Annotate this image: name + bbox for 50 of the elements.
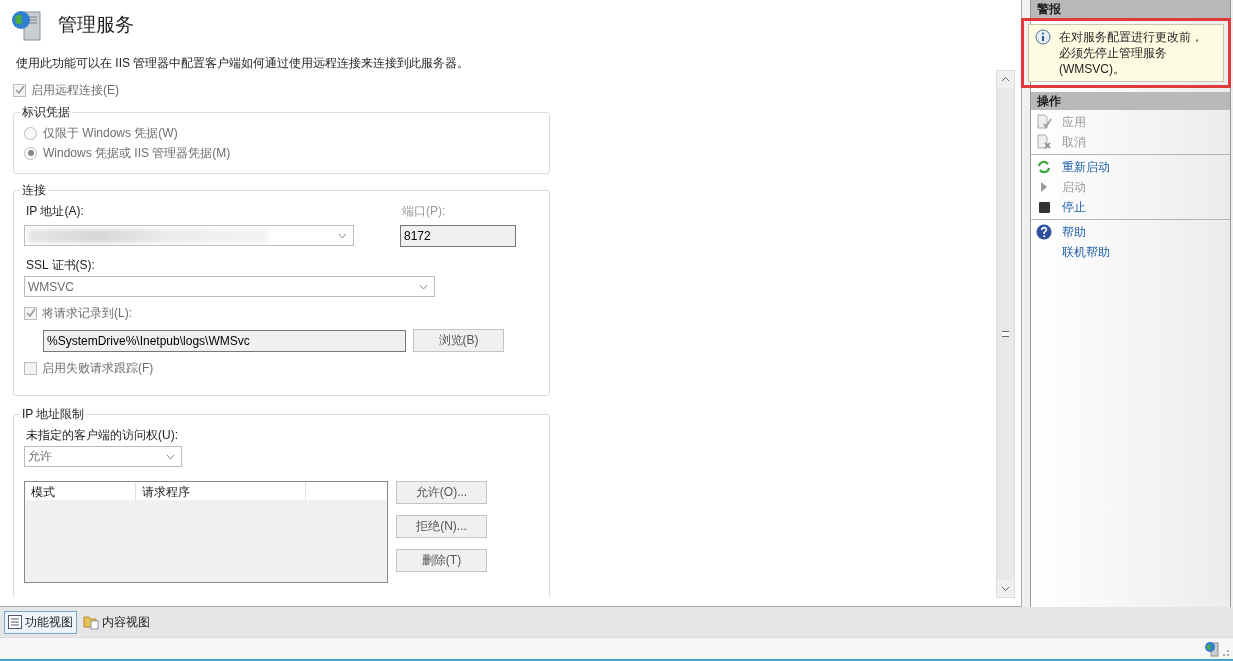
field-label: SSL 证书(S): [26,257,96,274]
field-label: 未指定的客户端的访问权(U): [26,427,179,444]
folder-document-icon [83,614,99,630]
checkmark-icon [25,308,36,318]
group-title: IP 地址限制 [21,406,86,423]
document-check-icon [1036,114,1052,130]
group-title: 连接 [21,182,47,199]
scrollbar[interactable] [996,70,1015,598]
alert-text: 在对服务配置进行更改前，必须先停止管理服务(WMSVC)。 [1059,29,1204,77]
checkmark-icon [14,85,25,95]
ssl-certificate-dropdown[interactable]: WMSVC [24,276,435,297]
resize-grip-icon[interactable] [1222,649,1230,657]
rule-button[interactable]: 允许(O)... [396,481,487,504]
list-view-icon [8,615,22,629]
info-icon [1035,29,1051,45]
caret-icon [166,453,175,460]
view-tab[interactable]: 内容视图 [79,610,154,634]
column-header[interactable]: 请求程序 [136,482,306,500]
rule-button[interactable]: 拒绝(N)... [396,515,487,538]
field-label: 端口(P): [402,203,447,220]
action-link[interactable]: 帮助 [1035,222,1225,242]
action-link[interactable]: 停止 [1035,197,1225,217]
caret-icon [338,232,347,239]
caret-icon [419,283,428,290]
refresh-icon [1037,160,1051,174]
column-header[interactable]: 模式 [25,482,136,500]
panel-header: 警报 [1031,0,1230,18]
failed-tracing-checkbox[interactable]: 启用失败请求跟踪(F) [24,358,539,378]
port-field[interactable]: 8172 [400,225,516,247]
panel-header: 操作 [1031,92,1230,110]
action-link[interactable]: 重新启动 [1035,157,1225,177]
scroll-grip-icon [1002,331,1009,337]
server-globe-icon [1204,641,1220,657]
group-title: 标识凭据 [21,104,71,121]
log-requests-checkbox[interactable]: 将请求记录到(L): [24,303,539,323]
access-dropdown[interactable]: 允许 [24,446,182,467]
play-icon [1040,182,1048,192]
page-title: 管理服务 [58,13,134,37]
action-link[interactable]: 联机帮助 [1035,242,1225,262]
field-label: IP 地址(A): [26,203,85,220]
stop-icon [1038,201,1050,213]
view-tab[interactable]: 功能视图 [4,610,77,634]
help-icon [1036,224,1052,240]
rule-button[interactable]: 删除(T) [396,549,487,572]
browse-button[interactable]: 浏览(B) [413,329,504,352]
log-path-field[interactable]: %SystemDrive%\Inetpub\logs\WMSvc [43,329,406,352]
server-globe-icon [10,9,44,41]
document-cross-icon [1036,134,1052,150]
description-text: 使用此功能可以在 IIS 管理器中配置客户端如何通过使用远程连接来连接到此服务器。 [16,55,471,72]
ip-address-dropdown[interactable] [24,225,354,246]
